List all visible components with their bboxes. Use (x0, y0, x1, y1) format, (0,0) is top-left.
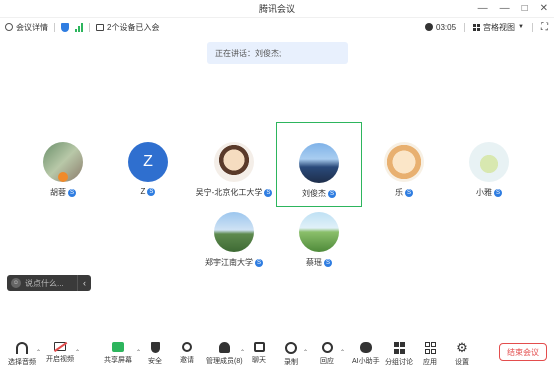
muted-icon (58, 172, 68, 182)
meeting-details-label: 会议详情 (16, 22, 48, 32)
avatar (214, 212, 254, 252)
gear-icon: ⚙ (456, 340, 468, 355)
participant-name: 小雅 S (476, 188, 502, 197)
close-icon[interactable]: ✕ (540, 3, 548, 15)
share-screen-icon (112, 342, 124, 352)
avatar (299, 212, 339, 252)
participant-name: 郑宇江南大学 S (205, 258, 263, 267)
invite-icon (182, 342, 192, 352)
status-badge: S (405, 188, 413, 197)
chevron-up-icon[interactable]: ⌃ (36, 349, 41, 356)
avatar (299, 143, 339, 183)
avatar: Z (128, 142, 168, 182)
window-title: 腾讯会议 (258, 4, 295, 14)
title-bar: 腾讯会议 ― — □ ✕ (0, 0, 554, 18)
participant-tile[interactable]: 小雅 S (446, 122, 532, 207)
pin-icon[interactable]: ― (478, 3, 488, 15)
react-button[interactable]: 回应 (320, 342, 334, 366)
status-badge: S (68, 188, 76, 197)
settings-button[interactable]: ⚙ 设置 (455, 340, 469, 367)
view-mode-button[interactable]: 宫格视图 ▼ (473, 22, 524, 33)
participant-name: ZS (140, 187, 156, 196)
video-button[interactable]: 开启视频 (46, 341, 74, 364)
chevron-up-icon[interactable]: ⌃ (240, 349, 245, 356)
chevron-up-icon[interactable]: ⌃ (136, 349, 141, 356)
participant-name: 乐S (395, 188, 413, 197)
chat-placeholder: 说点什么... (25, 278, 64, 288)
emoji-icon[interactable]: ☺ (11, 278, 21, 288)
participant-tile[interactable]: 乐S (361, 122, 447, 207)
fullscreen-icon[interactable]: ⛶ (541, 22, 548, 33)
top-right-controls: 03:05 宫格视图 ▼ ⛶ (425, 18, 548, 36)
devices-indicator[interactable]: 2个设备已入会 (96, 22, 159, 33)
participant-tile[interactable]: 郑宇江南大学 S (191, 192, 277, 277)
participant-tile[interactable]: 蔡瑶 S (276, 192, 362, 277)
chevron-up-icon[interactable]: ⌃ (75, 349, 80, 356)
minimize-icon[interactable]: — (500, 3, 510, 15)
shield-icon (150, 342, 160, 353)
apps-button[interactable]: 应用 (423, 342, 437, 367)
invite-button[interactable]: 邀请 (180, 342, 194, 365)
record-button[interactable]: 录制 (284, 342, 298, 367)
breakout-rooms-button[interactable]: 分组讨论 (385, 342, 413, 367)
status-badge: S (147, 187, 156, 196)
status-badge: S (255, 258, 263, 267)
speaker-banner: 正在讲话：刘俊杰; (207, 42, 348, 64)
video-off-icon (53, 341, 68, 352)
divider (464, 22, 466, 32)
headset-icon (16, 342, 28, 354)
timer-text: 03:05 (436, 22, 457, 32)
avatar (43, 142, 83, 182)
participant-tile[interactable]: 胡蓉 S (20, 122, 106, 207)
chat-quick-input[interactable]: ☺ 说点什么... ‹ (7, 275, 91, 291)
avatar (469, 142, 509, 182)
participant-name: 蔡瑶 S (306, 258, 332, 267)
divider (532, 22, 533, 32)
meeting-timer: 03:05 (425, 23, 456, 32)
members-icon (218, 342, 230, 353)
chat-button[interactable]: 聊天 (252, 342, 266, 365)
apps-icon (424, 342, 436, 354)
divider (54, 22, 55, 32)
ai-assistant-button[interactable]: AI小助手 (352, 342, 380, 366)
info-icon (5, 23, 13, 31)
signal-icon[interactable] (75, 22, 83, 32)
chevron-up-icon[interactable]: ⌃ (303, 349, 308, 356)
devices-label: 2个设备已入会 (107, 22, 160, 32)
ai-assistant-icon (359, 342, 372, 353)
avatar (384, 142, 424, 182)
avatar (214, 142, 254, 182)
end-meeting-button[interactable]: 结束会议 (499, 343, 547, 361)
grid-icon (473, 23, 481, 31)
react-icon (321, 342, 333, 353)
status-badge: S (324, 258, 332, 267)
breakout-icon (393, 342, 405, 354)
devices-icon (96, 23, 104, 31)
divider (89, 22, 90, 32)
view-mode-label: 宫格视图 (483, 22, 516, 32)
chevron-up-icon[interactable]: ⌃ (340, 349, 345, 356)
chevron-left-icon[interactable]: ‹ (77, 275, 91, 291)
participant-name: 胡蓉 S (50, 188, 76, 197)
share-screen-button[interactable]: 共享屏幕 (104, 342, 132, 365)
participant-tile[interactable]: Z ZS (105, 122, 191, 207)
chevron-down-icon: ▼ (518, 24, 524, 30)
shield-icon[interactable] (61, 22, 69, 32)
security-button[interactable]: 安全 (148, 342, 162, 366)
chat-icon (253, 342, 265, 352)
clock-icon (425, 23, 434, 31)
status-badge: S (494, 188, 502, 197)
meeting-details-button[interactable]: 会议详情 (5, 22, 48, 33)
record-icon (285, 342, 297, 354)
maximize-icon[interactable]: □ (522, 3, 528, 15)
audio-button[interactable]: 选择音频 (8, 342, 36, 367)
manage-members-button[interactable]: 管理成员(8) (206, 342, 243, 366)
window-controls: ― — □ ✕ (478, 3, 548, 15)
